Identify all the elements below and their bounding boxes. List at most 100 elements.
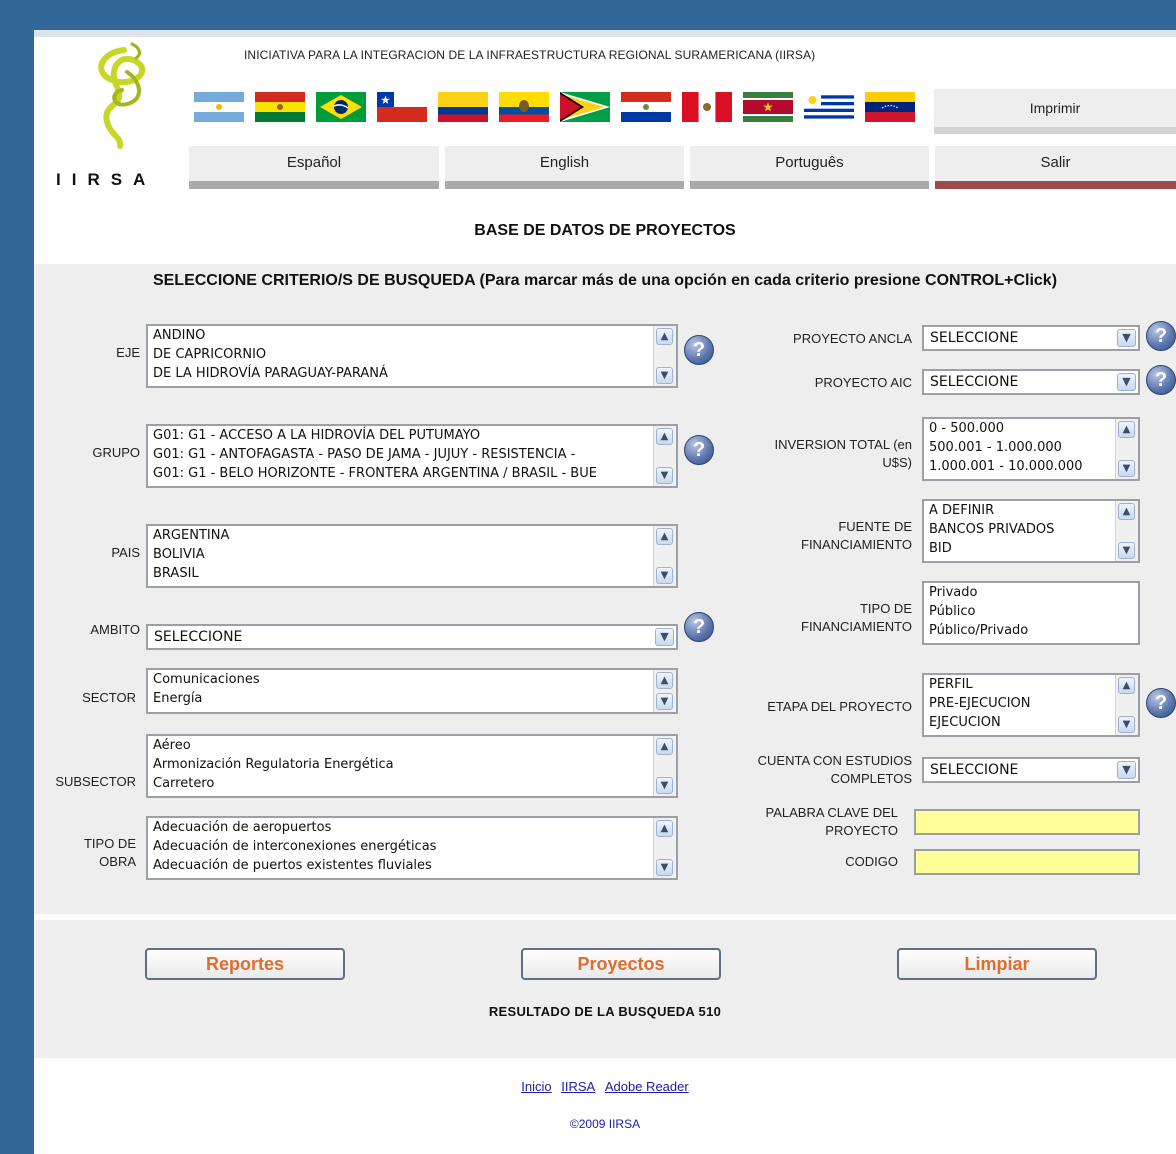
footer-link-adobe-reader[interactable]: Adobe Reader: [605, 1079, 689, 1094]
tipo-financiamiento-listbox[interactable]: Privado Público Público/Privado: [922, 581, 1140, 645]
scrollbar[interactable]: ▲ ▼: [1115, 501, 1138, 561]
list-option[interactable]: Adecuación de puertos existentes fluvial…: [148, 856, 676, 875]
proyecto-ancla-select[interactable]: SELECCIONE ▼: [922, 325, 1140, 351]
footer-link-iirsa[interactable]: IIRSA: [561, 1079, 595, 1094]
list-option[interactable]: PRE-EJECUCION: [924, 694, 1138, 713]
scrollbar[interactable]: ▲ ▼: [1115, 419, 1138, 479]
list-option[interactable]: Adecuación de interconexiones energética…: [148, 837, 676, 856]
palabra-clave-input[interactable]: [914, 809, 1140, 835]
scroll-up-arrow-icon[interactable]: ▲: [1118, 421, 1135, 438]
proyecto-aic-select[interactable]: SELECCIONE ▼: [922, 369, 1140, 395]
list-option[interactable]: PERFIL: [924, 675, 1138, 694]
ecuador-flag[interactable]: [499, 92, 549, 122]
scrollbar[interactable]: ▲ ▼: [1115, 675, 1138, 735]
list-option[interactable]: Público/Privado: [924, 621, 1138, 640]
suriname-flag[interactable]: [743, 92, 793, 122]
uruguay-flag[interactable]: [804, 92, 854, 122]
scrollbar[interactable]: ▲ ▼: [653, 326, 676, 386]
scroll-down-arrow-icon[interactable]: ▼: [656, 467, 673, 484]
estudios-completos-select[interactable]: SELECCIONE ▼: [922, 757, 1140, 783]
codigo-input[interactable]: [914, 849, 1140, 875]
scroll-down-arrow-icon[interactable]: ▼: [656, 859, 673, 876]
list-option[interactable]: Privado: [924, 583, 1138, 602]
list-option[interactable]: G01: G1 - ACCESO A LA HIDROVÍA DEL PUTUM…: [148, 426, 654, 445]
scroll-up-arrow-icon[interactable]: ▲: [656, 820, 673, 837]
list-option[interactable]: 500.001 - 1.000.000: [924, 438, 1138, 457]
list-option[interactable]: 1.000.001 - 10.000.000: [924, 457, 1138, 476]
list-option[interactable]: Energía: [148, 689, 676, 708]
sector-listbox[interactable]: Comunicaciones Energía ▲ ▼: [146, 668, 678, 714]
list-option[interactable]: G01: G1 - BELO HORIZONTE - FRONTERA ARGE…: [148, 464, 654, 483]
scroll-up-arrow-icon[interactable]: ▲: [656, 328, 673, 345]
chile-flag[interactable]: [377, 92, 427, 122]
scroll-up-arrow-icon[interactable]: ▲: [1118, 503, 1135, 520]
tipo-obra-listbox[interactable]: Adecuación de aeropuertos Adecuación de …: [146, 816, 678, 880]
list-option[interactable]: BID: [924, 539, 1138, 558]
bolivia-flag[interactable]: [255, 92, 305, 122]
ambito-select[interactable]: SELECCIONE ▼: [146, 624, 678, 650]
argentina-flag[interactable]: [194, 92, 244, 122]
list-option[interactable]: DE CAPRICORNIO: [148, 345, 676, 364]
venezuela-flag[interactable]: [865, 92, 915, 122]
ambito-help-icon[interactable]: ?: [684, 612, 714, 642]
scroll-down-arrow-icon[interactable]: ▼: [656, 367, 673, 384]
chevron-down-icon[interactable]: ▼: [1117, 373, 1136, 391]
list-option[interactable]: G01: G1 - ANTOFAGASTA - PASO DE JAMA - J…: [148, 445, 654, 464]
scrollbar[interactable]: ▲ ▼: [653, 818, 676, 878]
footer-link-inicio[interactable]: Inicio: [521, 1079, 551, 1094]
print-link[interactable]: Imprimir: [934, 89, 1176, 127]
etapa-proyecto-help-icon[interactable]: ?: [1146, 688, 1176, 718]
nav-portugues[interactable]: Português: [690, 146, 929, 189]
scrollbar[interactable]: ▲ ▼: [653, 736, 676, 796]
reportes-button[interactable]: Reportes: [145, 948, 345, 980]
list-option[interactable]: 0 - 500.000: [924, 419, 1138, 438]
proyecto-aic-help-icon[interactable]: ?: [1146, 365, 1176, 395]
list-option[interactable]: ARGENTINA: [148, 526, 676, 545]
list-option[interactable]: BOLIVIA: [148, 545, 676, 564]
scroll-down-arrow-icon[interactable]: ▼: [656, 777, 673, 794]
list-option[interactable]: EJECUCION: [924, 713, 1138, 732]
list-option[interactable]: Adecuación de aeropuertos: [148, 818, 676, 837]
list-option[interactable]: ANDINO: [148, 326, 676, 345]
scroll-down-arrow-icon[interactable]: ▼: [656, 693, 673, 710]
scroll-up-arrow-icon[interactable]: ▲: [656, 738, 673, 755]
brazil-flag[interactable]: [316, 92, 366, 122]
list-option[interactable]: DE LA HIDROVÍA PARAGUAY-PARANÁ: [148, 364, 676, 383]
limpiar-button[interactable]: Limpiar: [897, 948, 1097, 980]
chevron-down-icon[interactable]: ▼: [1117, 761, 1136, 779]
scroll-down-arrow-icon[interactable]: ▼: [656, 567, 673, 584]
peru-flag[interactable]: [682, 92, 732, 122]
colombia-flag[interactable]: [438, 92, 488, 122]
guyana-flag[interactable]: [560, 92, 610, 122]
nav-espanol[interactable]: Español: [189, 146, 439, 189]
proyecto-ancla-help-icon[interactable]: ?: [1146, 321, 1176, 351]
list-option[interactable]: BANCOS PRIVADOS: [924, 520, 1138, 539]
chevron-down-icon[interactable]: ▼: [1117, 329, 1136, 347]
list-option[interactable]: Armonización Regulatoria Energética: [148, 755, 676, 774]
eje-help-icon[interactable]: ?: [684, 335, 714, 365]
nav-english[interactable]: English: [445, 146, 684, 189]
scroll-up-arrow-icon[interactable]: ▲: [656, 528, 673, 545]
pais-listbox[interactable]: ARGENTINA BOLIVIA BRASIL ▲ ▼: [146, 524, 678, 588]
grupo-listbox[interactable]: G01: G1 - ACCESO A LA HIDROVÍA DEL PUTUM…: [146, 424, 678, 488]
fuente-financiamiento-listbox[interactable]: A DEFINIR BANCOS PRIVADOS BID ▲ ▼: [922, 499, 1140, 563]
paraguay-flag[interactable]: [621, 92, 671, 122]
etapa-proyecto-listbox[interactable]: PERFIL PRE-EJECUCION EJECUCION ▲ ▼: [922, 673, 1140, 737]
scrollbar[interactable]: ▲ ▼: [653, 526, 676, 586]
scroll-up-arrow-icon[interactable]: ▲: [656, 428, 673, 445]
list-option[interactable]: Comunicaciones: [148, 670, 676, 689]
inversion-total-listbox[interactable]: 0 - 500.000 500.001 - 1.000.000 1.000.00…: [922, 417, 1140, 481]
scrollbar[interactable]: ▲ ▼: [653, 670, 676, 712]
nav-salir[interactable]: Salir: [935, 146, 1176, 189]
scroll-up-arrow-icon[interactable]: ▲: [656, 672, 673, 689]
scroll-down-arrow-icon[interactable]: ▼: [1118, 460, 1135, 477]
eje-listbox[interactable]: ANDINO DE CAPRICORNIO DE LA HIDROVÍA PAR…: [146, 324, 678, 388]
scroll-down-arrow-icon[interactable]: ▼: [1118, 542, 1135, 559]
list-option[interactable]: A DEFINIR: [924, 501, 1138, 520]
scrollbar[interactable]: ▲ ▼: [653, 426, 676, 486]
proyectos-button[interactable]: Proyectos: [521, 948, 721, 980]
grupo-help-icon[interactable]: ?: [684, 435, 714, 465]
chevron-down-icon[interactable]: ▼: [655, 628, 674, 646]
list-option[interactable]: Aéreo: [148, 736, 676, 755]
scroll-up-arrow-icon[interactable]: ▲: [1118, 677, 1135, 694]
